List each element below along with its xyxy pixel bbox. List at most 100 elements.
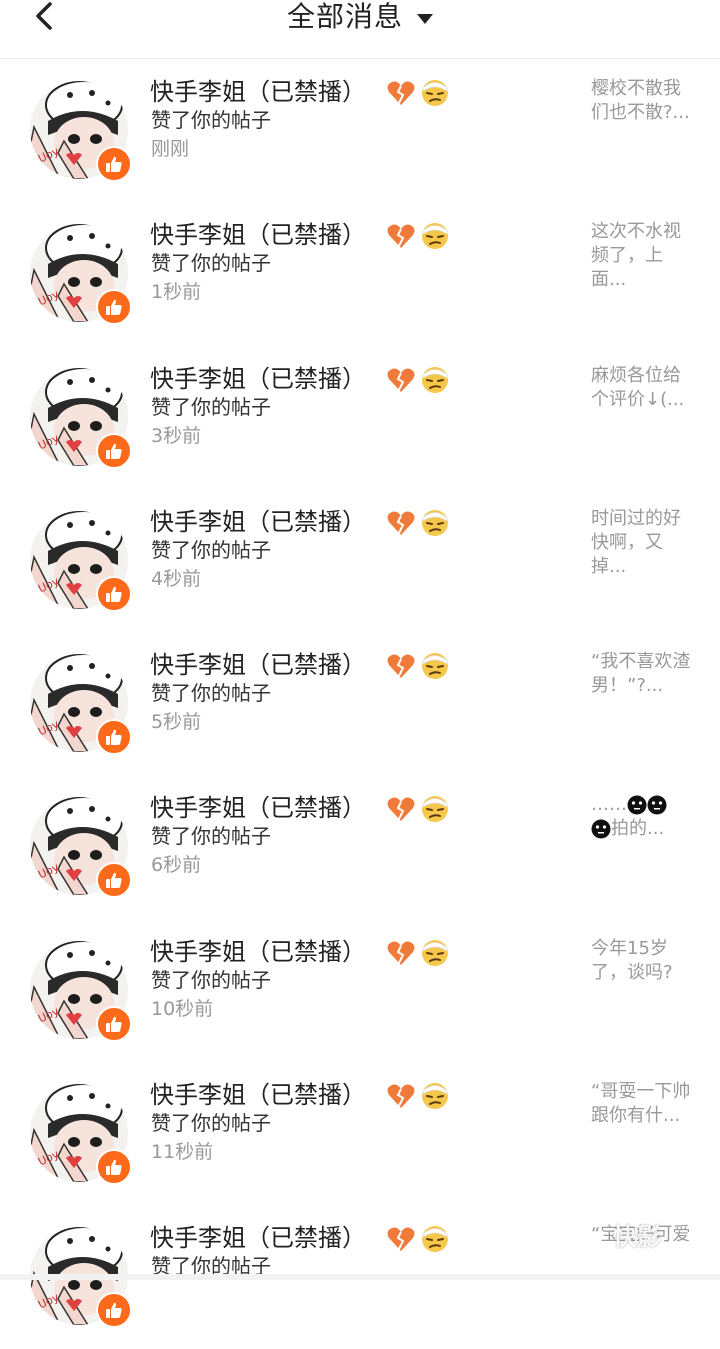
message-row[interactable]: Uoy 快手李姐（已禁播） 赞了你的帖子 4秒前 时间过的好快啊，又掉...: [0, 489, 720, 632]
sender-name[interactable]: 快手李姐（已禁播）: [150, 793, 366, 823]
like-badge: [96, 575, 132, 612]
message-time: 10秒前: [151, 997, 214, 1020]
caret-down-icon: [417, 14, 433, 24]
preview-text: 时间过的好快啊，又掉...: [591, 507, 681, 577]
sweat-face-emoji-icon: [422, 366, 448, 393]
message-action: 赞了你的帖子: [151, 251, 271, 276]
sender-name-emojis: [386, 77, 456, 107]
sender-name[interactable]: 快手李姐（已禁播）: [150, 1223, 366, 1253]
post-preview[interactable]: “哥耍一下帅跟你有什...: [591, 1080, 695, 1128]
broken-heart-emoji-icon: [387, 941, 415, 965]
thumbs-up-icon: [106, 300, 122, 316]
message-row[interactable]: Uoy 快手李姐（已禁播） 赞了你的帖子 10秒前 今年15岁了，谈吗?: [0, 919, 720, 1062]
sweat-face-emoji-icon: [422, 1226, 448, 1253]
preview-prefix: ……: [591, 794, 627, 816]
sweat-face-emoji-icon: [422, 80, 448, 106]
avatar[interactable]: Uoy: [30, 224, 132, 326]
sender-name[interactable]: 快手李姐（已禁播）: [150, 77, 366, 107]
sender-name-emojis: [386, 364, 456, 394]
like-badge: [96, 432, 132, 469]
dark-face-emoji-icon: [591, 819, 611, 839]
broken-heart-emoji-icon: [387, 797, 415, 822]
message-action: 赞了你的帖子: [151, 824, 271, 849]
message-row[interactable]: Uoy 快手李姐（已禁播） 赞了你的帖子 刚刚 樱校不散我们也不散?...: [0, 59, 720, 202]
thumbs-up-icon: [106, 729, 122, 746]
message-row[interactable]: Uoy 快手李姐（已禁播） 赞了你的帖子 3秒前 麻烦各位给个评价↓(...: [0, 346, 720, 489]
broken-heart-emoji-icon: [387, 511, 415, 535]
like-badge: [96, 1149, 132, 1186]
broken-heart-emoji-icon: [387, 224, 415, 249]
thumbs-up-icon: [106, 586, 122, 602]
message-time: 3秒前: [151, 424, 202, 447]
like-badge: [96, 146, 132, 182]
watermark-logo: 快影: [578, 1208, 696, 1260]
message-list: Uoy 快手李姐（已禁播） 赞了你的帖子 刚刚 樱校不散我们也不散?... Uoy 快手李姐…: [0, 59, 720, 1349]
sender-name[interactable]: 快手李姐（已禁播）: [150, 1080, 366, 1110]
post-preview[interactable]: 今年15岁了，谈吗?: [591, 937, 695, 985]
thumbs-up-icon: [106, 443, 122, 459]
sender-name-emojis: [386, 1223, 456, 1253]
message-row[interactable]: Uoy 快手李姐（已禁播） 赞了你的帖子 5秒前 “我不喜欢渣男！”?...: [0, 632, 720, 775]
message-row[interactable]: Uoy 快手李姐（已禁播） 赞了你的帖子 1秒前 这次不水视频了，上面...: [0, 202, 720, 345]
message-action: 赞了你的帖子: [151, 394, 271, 419]
preview-suffix: 拍的...: [611, 818, 665, 840]
preview-text: 今年15岁了，谈吗?: [591, 937, 673, 983]
post-preview[interactable]: 时间过的好快啊，又掉...: [591, 507, 695, 579]
like-badge: [96, 1005, 132, 1042]
sweat-face-emoji-icon: [422, 223, 448, 250]
preview-text: 麻烦各位给个评价↓(...: [591, 364, 685, 410]
broken-heart-emoji-icon: [387, 1227, 415, 1252]
sweat-face-emoji-icon: [422, 939, 448, 966]
avatar[interactable]: Uoy: [30, 654, 132, 756]
message-filter-dropdown[interactable]: 全部消息: [0, 0, 720, 34]
sender-name[interactable]: 快手李姐（已禁播）: [150, 507, 366, 537]
message-time: 4秒前: [151, 567, 202, 590]
page-title: 全部消息: [286, 0, 403, 33]
sweat-face-emoji-icon: [422, 653, 448, 680]
post-preview[interactable]: 麻烦各位给个评价↓(...: [591, 364, 695, 412]
broken-heart-emoji-icon: [387, 368, 415, 392]
preview-text: “我不喜欢渣男！”?...: [591, 651, 691, 697]
avatar[interactable]: Uoy: [30, 940, 132, 1042]
post-preview[interactable]: 这次不水视频了，上面...: [591, 220, 695, 292]
message-action: 赞了你的帖子: [151, 108, 271, 132]
message-time: 1秒前: [151, 281, 202, 304]
bottom-divider: [0, 1274, 720, 1280]
message-row[interactable]: Uoy 快手李姐（已禁播） 赞了你的帖子 6秒前 …… 拍的...: [0, 775, 720, 918]
avatar[interactable]: Uoy: [30, 1084, 132, 1186]
message-action: 赞了你的帖子: [151, 967, 271, 992]
message-action: 赞了你的帖子: [151, 537, 271, 562]
preview-text: 这次不水视频了，上面...: [591, 221, 681, 291]
post-preview[interactable]: 樱校不散我们也不散?...: [591, 77, 695, 125]
post-preview[interactable]: “我不喜欢渣男！”?...: [591, 650, 695, 698]
sender-name[interactable]: 快手李姐（已禁播）: [150, 364, 366, 394]
avatar[interactable]: Uoy: [30, 367, 132, 469]
sender-name[interactable]: 快手李姐（已禁播）: [150, 937, 366, 967]
top-bar: 全部消息: [0, 0, 720, 59]
thumbs-up-icon: [106, 873, 122, 889]
message-time: 刚刚: [151, 138, 190, 160]
thumbs-up-icon: [106, 1159, 122, 1176]
sender-name[interactable]: 快手李姐（已禁播）: [150, 650, 366, 680]
message-row[interactable]: Uoy 快手李姐（已禁播） 赞了你的帖子 11秒前 “哥耍一下帅跟你有什...: [0, 1062, 720, 1205]
like-badge: [96, 862, 132, 899]
avatar[interactable]: Uoy: [30, 81, 132, 182]
sweat-face-emoji-icon: [422, 796, 448, 823]
preview-text: “哥耍一下帅跟你有什...: [591, 1081, 691, 1127]
sender-name-emojis: [386, 220, 456, 250]
sweat-face-emoji-icon: [422, 1083, 448, 1110]
message-time: 5秒前: [151, 711, 202, 734]
message-action: 赞了你的帖子: [151, 1111, 271, 1136]
sender-name-emojis: [386, 650, 456, 680]
sender-name[interactable]: 快手李姐（已禁播）: [150, 220, 366, 250]
sweat-face-emoji-icon: [422, 509, 448, 536]
broken-heart-emoji-icon: [387, 81, 415, 105]
broken-heart-emoji-icon: [387, 654, 415, 679]
avatar[interactable]: Uoy: [30, 510, 132, 612]
post-preview[interactable]: …… 拍的...: [591, 793, 695, 841]
avatar[interactable]: Uoy: [30, 797, 132, 899]
broken-heart-emoji-icon: [387, 1084, 415, 1109]
sender-name-emojis: [386, 937, 456, 967]
like-badge: [96, 289, 132, 326]
message-action: 赞了你的帖子: [151, 681, 271, 706]
